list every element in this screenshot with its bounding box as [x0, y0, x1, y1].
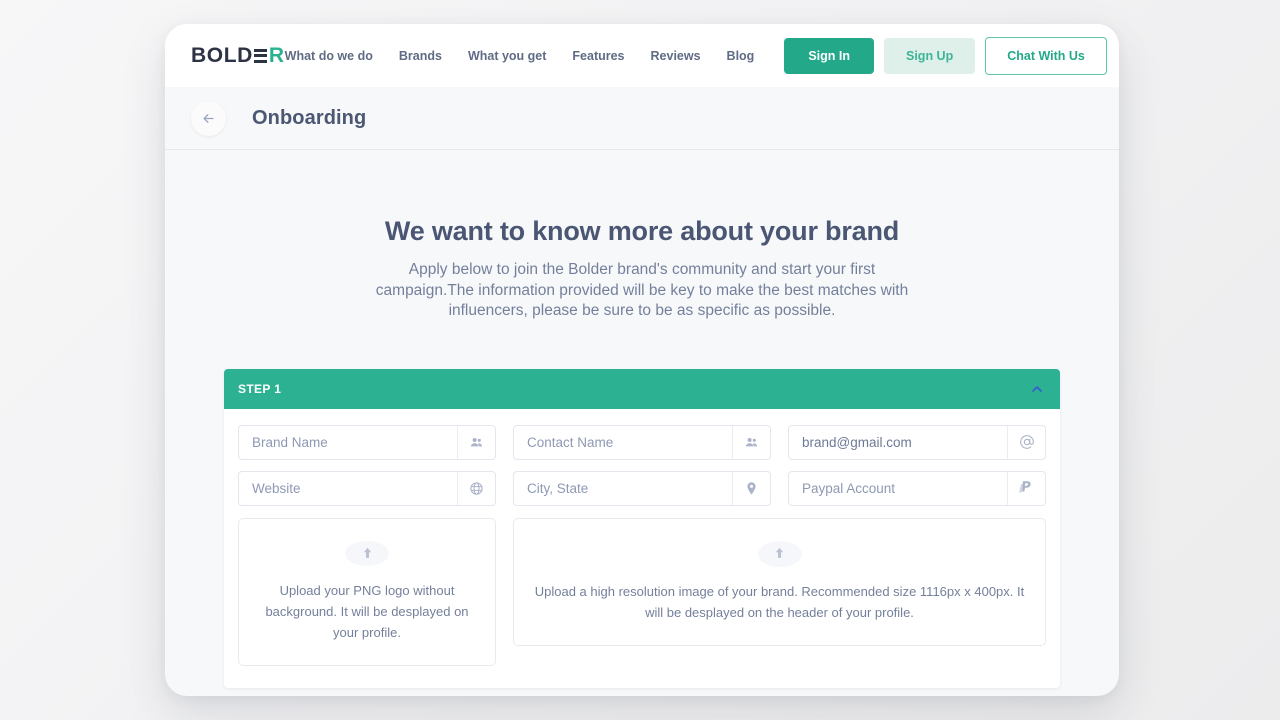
page-content: We want to know more about your brand Ap… — [165, 150, 1119, 696]
website-field[interactable] — [238, 470, 496, 506]
paypal-icon — [1007, 471, 1045, 505]
brand-name-field[interactable] — [238, 424, 496, 460]
nav-link-blog[interactable]: Blog — [727, 49, 755, 63]
step1-label: STEP 1 — [238, 381, 282, 396]
nav-link-features[interactable]: Features — [572, 49, 624, 63]
email-field[interactable] — [788, 424, 1046, 460]
city-state-input[interactable] — [514, 471, 732, 505]
page-title: Onboarding — [252, 106, 367, 129]
intro-heading: We want to know more about your brand — [384, 216, 900, 246]
people-icon — [732, 425, 770, 459]
city-state-field[interactable] — [513, 470, 771, 506]
upload-arrow-icon — [345, 540, 389, 566]
nav-link-what-you-get[interactable]: What you get — [468, 49, 546, 63]
intro-description: Apply below to join the Bolder brand's c… — [375, 261, 909, 319]
app-window: BOLD R What do we do Brands What you get… — [165, 24, 1119, 696]
logo-text: BOLD — [191, 44, 253, 67]
sign-up-button[interactable]: Sign Up — [884, 37, 976, 74]
contact-name-field[interactable] — [513, 424, 771, 460]
nav-link-what-do-we-do[interactable]: What do we do — [285, 49, 373, 63]
upload-row: Upload your PNG logo without background.… — [238, 517, 1046, 666]
nav-link-brands[interactable]: Brands — [399, 49, 442, 63]
contact-name-input[interactable] — [514, 425, 732, 459]
arrow-left-icon — [201, 111, 216, 126]
page-subheader: Onboarding — [165, 87, 1119, 150]
step1-card: STEP 1 Brand Name Contact Name brand@gma… — [224, 368, 1060, 688]
globe-icon — [457, 471, 495, 505]
back-button[interactable] — [191, 100, 226, 136]
logo-e-icon — [254, 48, 268, 63]
upload-arrow-icon — [757, 540, 802, 567]
field-row-2 — [238, 470, 1046, 506]
paypal-field[interactable] — [788, 470, 1046, 506]
step1-header[interactable]: STEP 1 — [224, 368, 1060, 409]
brand-name-input[interactable] — [239, 425, 457, 459]
email-input[interactable] — [789, 425, 1007, 459]
nav-actions: Sign In Sign Up Chat With Us — [784, 36, 1107, 75]
website-input[interactable] — [239, 471, 457, 505]
chevron-up-icon[interactable] — [1029, 381, 1045, 397]
step1-body: Upload your PNG logo without background.… — [224, 409, 1060, 688]
nav-links: What do we do Brands What you get Featur… — [285, 49, 755, 63]
top-navbar: BOLD R What do we do Brands What you get… — [165, 24, 1119, 87]
logo-r-text: R — [268, 44, 285, 67]
chat-with-us-button[interactable]: Chat With Us — [985, 36, 1107, 75]
bolder-logo[interactable]: BOLD R — [191, 45, 285, 66]
at-icon — [1007, 425, 1045, 459]
cover-upload-dropzone[interactable]: Upload a high resolution image of your b… — [513, 517, 1046, 646]
paypal-input[interactable] — [789, 471, 1007, 505]
sign-in-button[interactable]: Sign In — [784, 37, 874, 74]
logo-upload-text: Upload your PNG logo without background.… — [265, 582, 469, 640]
nav-link-reviews[interactable]: Reviews — [651, 49, 701, 63]
location-pin-icon — [732, 471, 770, 505]
logo-upload-dropzone[interactable]: Upload your PNG logo without background.… — [238, 517, 496, 666]
people-icon — [457, 425, 495, 459]
intro-section: We want to know more about your brand Ap… — [165, 216, 1119, 322]
field-row-1 — [238, 424, 1046, 460]
cover-upload-text: Upload a high resolution image of your b… — [534, 583, 1025, 620]
